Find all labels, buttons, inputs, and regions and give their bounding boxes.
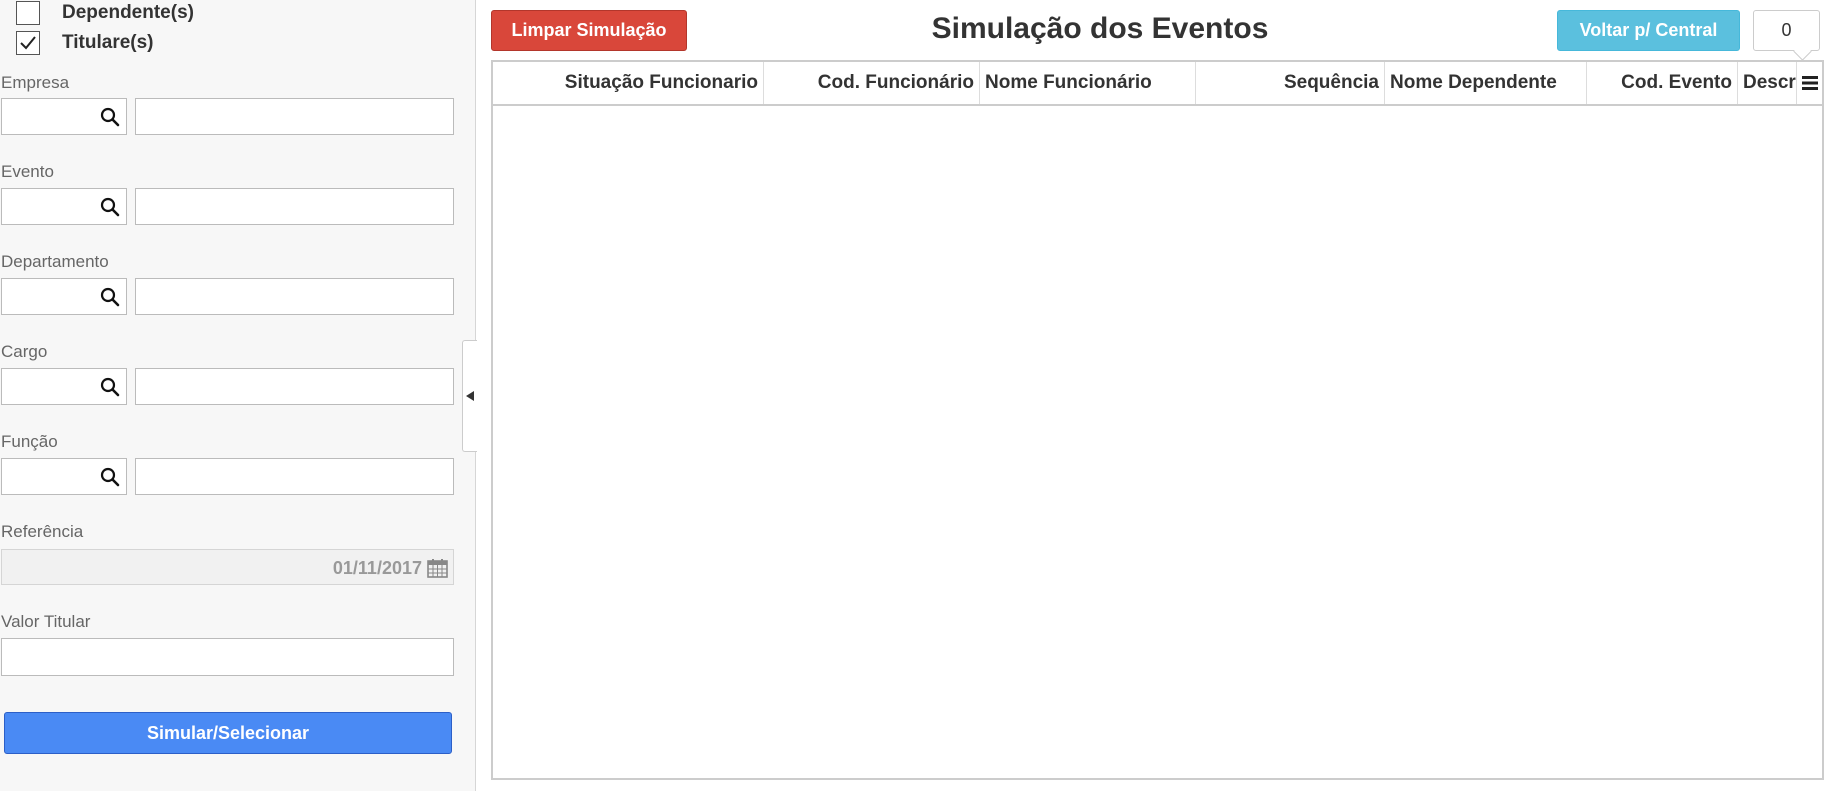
search-icon[interactable] (100, 467, 120, 487)
grid-header: Situação Funcionario Cod. Funcionário No… (493, 62, 1822, 106)
departamento-description-input[interactable] (135, 278, 454, 315)
empresa-code-input[interactable] (1, 98, 127, 135)
funcao-description-input[interactable] (135, 458, 454, 495)
search-icon[interactable] (100, 287, 120, 307)
referencia-date-field[interactable]: 01/11/2017 (1, 549, 454, 585)
titulares-checkbox[interactable] (16, 31, 40, 55)
valor-titular-input[interactable] (1, 638, 454, 676)
simulate-button[interactable]: Simular/Selecionar (4, 712, 452, 754)
evento-label: Evento (1, 162, 54, 181)
departamento-code-input[interactable] (1, 278, 127, 315)
triangle-left-icon (466, 391, 474, 401)
cargo-description-input[interactable] (135, 368, 454, 405)
checkmark-icon (20, 36, 36, 50)
valor-titular-label: Valor Titular (1, 612, 91, 631)
grid-body (493, 106, 1822, 778)
filter-panel: Dependente(s) Titulare(s) Empresa Evento… (0, 0, 476, 791)
dependentes-option[interactable]: Dependente(s) (16, 0, 194, 26)
dependentes-checkbox[interactable] (16, 1, 40, 25)
record-count-badge: 0 (1753, 10, 1820, 51)
empresa-label: Empresa (1, 73, 70, 92)
column-header-situacao[interactable]: Situação Funcionario (493, 62, 764, 104)
clear-simulation-button[interactable]: Limpar Simulação (491, 10, 687, 51)
departamento-label: Departamento (1, 252, 109, 271)
collapse-panel-handle[interactable] (462, 340, 477, 452)
calendar-icon[interactable] (427, 558, 448, 578)
column-header-nome-dependente[interactable]: Nome Dependente (1385, 62, 1587, 104)
column-header-nome-funcionario[interactable]: Nome Funcionário (980, 62, 1196, 104)
events-grid: Situação Funcionario Cod. Funcionário No… (491, 60, 1824, 780)
evento-code-input[interactable] (1, 188, 127, 225)
column-header-cod-funcionario[interactable]: Cod. Funcionário (764, 62, 980, 104)
empresa-description-input[interactable] (135, 98, 454, 135)
funcao-label: Função (1, 432, 58, 451)
back-to-central-button[interactable]: Voltar p/ Central (1557, 10, 1740, 51)
titulares-label: Titulare(s) (62, 32, 154, 53)
funcao-code-input[interactable] (1, 458, 127, 495)
cargo-code-input[interactable] (1, 368, 127, 405)
column-header-cod-evento[interactable]: Cod. Evento (1587, 62, 1738, 104)
dependentes-label: Dependente(s) (62, 2, 194, 23)
cargo-label: Cargo (1, 342, 48, 361)
search-icon[interactable] (100, 197, 120, 217)
page-title: Simulação dos Eventos (931, 12, 1269, 45)
menu-icon (1801, 76, 1818, 90)
column-header-sequencia[interactable]: Sequência (1196, 62, 1385, 104)
search-icon[interactable] (100, 377, 120, 397)
titulares-option[interactable]: Titulare(s) (16, 30, 154, 56)
referencia-value: 01/11/2017 (332, 558, 422, 578)
column-menu-button[interactable] (1796, 62, 1822, 104)
evento-description-input[interactable] (135, 188, 454, 225)
search-icon[interactable] (100, 107, 120, 127)
referencia-label: Referência (1, 522, 84, 541)
